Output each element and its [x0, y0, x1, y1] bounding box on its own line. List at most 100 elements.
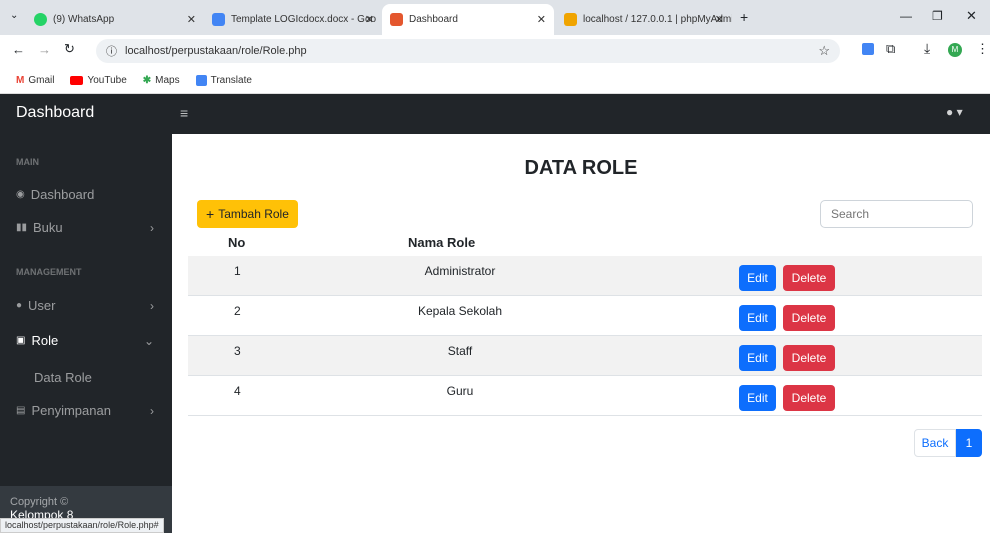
sidebar-subitem-data-role[interactable]: Data Role [34, 370, 154, 385]
bookmarks-bar: M Gmail YouTube ✱ Maps Translate [0, 67, 990, 94]
forward-icon[interactable]: → [38, 42, 51, 57]
minimize-icon[interactable]: — [900, 9, 912, 23]
cell-no: 3 [234, 344, 241, 358]
delete-button[interactable]: Delete [783, 305, 835, 331]
back-icon[interactable]: ← [12, 42, 25, 57]
delete-button[interactable]: Delete [783, 385, 835, 411]
cell-no: 2 [234, 304, 241, 318]
close-tab-icon[interactable]: ✕ [365, 13, 374, 26]
sidebar: MAIN ◉ Dashboard ▮▮ Buku › MANAGEMENT ● … [0, 134, 172, 533]
status-bar-url: localhost/perpustakaan/role/Role.php# [0, 518, 164, 533]
maps-icon: ✱ [142, 74, 152, 86]
column-header-nama-role: Nama Role [408, 235, 476, 250]
delete-button[interactable]: Delete [783, 345, 835, 371]
youtube-icon [70, 75, 84, 85]
cell-no: 4 [234, 384, 241, 398]
translate-bm-icon [195, 74, 207, 86]
sidebar-toggle-icon[interactable]: ≡ [180, 105, 188, 121]
sidebar-item-buku[interactable]: ▮▮ Buku › [16, 220, 162, 235]
delete-button[interactable]: Delete [783, 265, 835, 291]
sidebar-item-user[interactable]: ● User › [16, 298, 162, 313]
tab-label: localhost / 127.0.0.1 | phpMyAdmi [583, 14, 732, 25]
whatsapp-icon [34, 13, 47, 26]
close-tab-icon[interactable]: ✕ [187, 13, 196, 26]
main-content: DATA ROLE + Tambah Role No Nama Role 1 A… [172, 134, 990, 533]
cell-no: 1 [234, 264, 241, 278]
sidebar-item-label: Buku [33, 220, 63, 235]
new-tab-button[interactable]: + [740, 9, 748, 25]
tab-strip: ⌄ (9) WhatsApp ✕ Template LOGIcdocx.docx… [0, 0, 990, 35]
sidebar-item-label: Penyimpanan [31, 403, 111, 418]
profile-avatar[interactable]: M [948, 43, 962, 57]
storage-icon: ▤ [16, 405, 26, 416]
sidebar-item-label: Dashboard [30, 187, 95, 202]
user-menu-icon[interactable]: ● ▾ [946, 105, 963, 119]
sidebar-heading-management: MANAGEMENT [16, 267, 82, 277]
pagination-page-1[interactable]: 1 [956, 429, 982, 457]
column-header-no: No [228, 235, 246, 250]
sidebar-item-label: Role [31, 333, 59, 348]
sidebar-item-dashboard[interactable]: ◉ Dashboard [16, 187, 162, 202]
bookmark-star-icon[interactable]: ☆ [818, 43, 830, 59]
dashboard-icon: ◉ [16, 189, 25, 200]
reload-icon[interactable]: ↻ [64, 41, 75, 57]
bookmark-gmail[interactable]: M Gmail [16, 75, 54, 86]
role-icon: ▣ [16, 335, 26, 346]
table-row: 3 Staff Edit Delete [188, 336, 982, 376]
edit-button[interactable]: Edit [739, 265, 776, 291]
page-title: DATA ROLE [524, 157, 638, 179]
cell-name: Guru [446, 384, 474, 398]
bookmark-youtube[interactable]: YouTube [70, 75, 127, 86]
more-icon[interactable]: ⋮ [976, 41, 989, 57]
translate-icon[interactable] [862, 43, 874, 55]
cell-name: Administrator [424, 264, 496, 278]
close-tab-icon[interactable]: ✕ [715, 13, 724, 26]
book-icon: ▮▮ [16, 222, 28, 233]
bookmark-maps[interactable]: ✱ Maps [143, 75, 180, 86]
bookmark-translate[interactable]: Translate [195, 74, 252, 86]
gmail-icon: M [16, 74, 25, 86]
close-tab-icon[interactable]: ✕ [537, 13, 546, 26]
dashboard-tab-icon [390, 13, 403, 26]
add-role-button[interactable]: + Tambah Role [197, 200, 298, 228]
download-icon[interactable]: ⤓ [924, 40, 930, 57]
plus-icon: + [206, 206, 215, 222]
search-input[interactable] [820, 200, 973, 228]
sidebar-item-label: User [28, 298, 56, 313]
tab-label: Template LOGIcdocx.docx - Goo [231, 14, 377, 25]
tab-phpmyadmin[interactable]: localhost / 127.0.0.1 | phpMyAdmi ✕ [556, 4, 732, 35]
sidebar-heading-main: MAIN [16, 157, 39, 167]
table-row: 4 Guru Edit Delete [188, 376, 982, 416]
browser-chrome: ⌄ (9) WhatsApp ✕ Template LOGIcdocx.docx… [0, 0, 990, 94]
table-row: 1 Administrator Edit Delete [188, 256, 982, 296]
sidebar-item-penyimpanan[interactable]: ▤ Penyimpanan › [16, 403, 162, 418]
address-bar[interactable]: ⓘ localhost/perpustakaan/role/Role.php ☆ [96, 39, 840, 63]
pagination-back[interactable]: Back [914, 429, 956, 457]
tab-whatsapp[interactable]: (9) WhatsApp ✕ [26, 4, 204, 35]
tab-docs[interactable]: Template LOGIcdocx.docx - Goo ✕ [204, 4, 382, 35]
restore-icon[interactable]: ❐ [932, 9, 943, 23]
docs-icon [212, 13, 225, 26]
extensions-icon[interactable]: ⧉ [886, 41, 895, 57]
edit-button[interactable]: Edit [739, 385, 776, 411]
sidebar-item-role[interactable]: ▣ Role ⌄ [16, 333, 162, 348]
tab-search-icon[interactable]: ⌄ [10, 10, 18, 21]
edit-button[interactable]: Edit [739, 345, 776, 371]
chevron-down-icon: ⌄ [143, 333, 154, 348]
chevron-right-icon: › [150, 298, 154, 313]
sidebar-item-label: Data Role [34, 370, 92, 385]
site-info-icon[interactable]: ⓘ [106, 43, 117, 59]
cell-name: Kepala Sekolah [417, 304, 503, 318]
brand[interactable]: Dashboard [16, 104, 94, 122]
close-window-icon[interactable]: ✕ [966, 8, 977, 24]
tab-label: Dashboard [409, 14, 458, 25]
copyright: Copyright © [10, 496, 69, 508]
edit-button[interactable]: Edit [739, 305, 776, 331]
cell-name: Staff [447, 344, 473, 358]
top-navbar: Dashboard ≡ ● ▾ [0, 94, 990, 134]
table-row: 2 Kepala Sekolah Edit Delete [188, 296, 982, 336]
tab-label: (9) WhatsApp [53, 14, 115, 25]
phpmyadmin-icon [564, 13, 577, 26]
user-icon: ● [16, 300, 23, 311]
tab-dashboard[interactable]: Dashboard ✕ [382, 4, 554, 35]
